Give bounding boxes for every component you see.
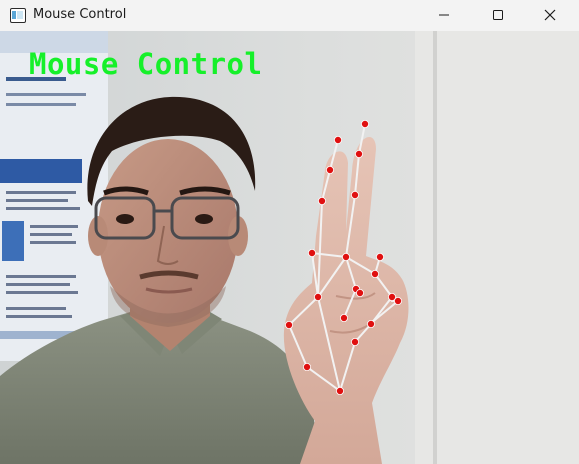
app-window-icon — [10, 8, 26, 23]
maximize-button[interactable] — [475, 0, 521, 30]
app-window: Mouse Control Mouse Control — [0, 0, 579, 464]
wall-edge — [433, 31, 437, 464]
person-eye-right — [195, 214, 213, 224]
window-title: Mouse Control — [33, 7, 127, 22]
camera-feed: Mouse Control — [0, 31, 579, 464]
title-bar[interactable]: Mouse Control — [0, 0, 579, 32]
close-icon — [544, 9, 556, 21]
close-button[interactable] — [527, 0, 573, 30]
minimize-icon — [438, 9, 450, 21]
person-eye-left — [116, 214, 134, 224]
maximize-icon — [492, 9, 504, 21]
minimize-button[interactable] — [421, 0, 467, 30]
camera-scene — [0, 31, 579, 464]
wall-right — [415, 31, 579, 464]
overlay-title: Mouse Control — [29, 47, 263, 81]
